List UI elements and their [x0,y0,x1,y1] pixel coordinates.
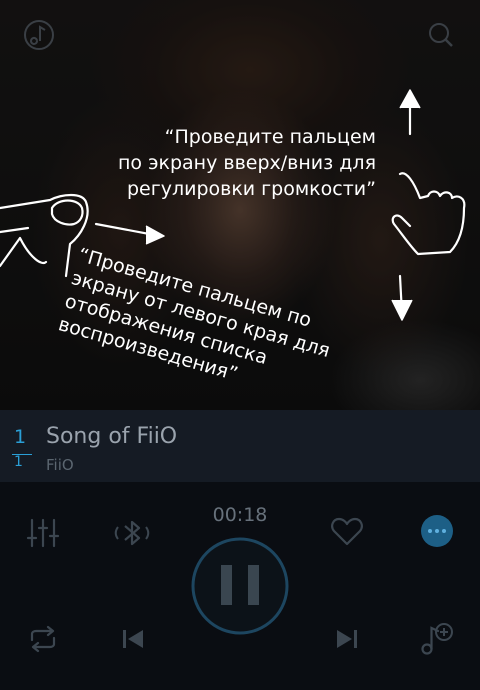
add-to-playlist-icon[interactable] [418,620,454,660]
artist-name: FiiO [46,456,74,474]
next-icon[interactable] [334,626,360,656]
swipe-right-hand-icon [0,193,165,278]
player-screen: “Проведите пальцем по экрану вверх/вниз … [0,0,480,690]
equalizer-icon[interactable] [26,516,60,554]
track-number-secondary: 1 [14,454,23,470]
track-info-panel[interactable]: 1 1 Song of FiiO FiiO [0,410,480,482]
more-icon[interactable] [420,514,454,552]
elapsed-time: 00:18 [212,504,268,526]
music-note-icon[interactable] [22,18,56,52]
previous-icon[interactable] [120,626,146,656]
swipe-vertical-hand-icon [391,89,466,321]
track-number: 1 [14,426,27,448]
song-title: Song of FiiO [46,424,178,449]
bluetooth-icon[interactable] [114,516,150,554]
pause-button[interactable] [190,536,290,640]
search-icon[interactable] [424,18,458,52]
repeat-icon[interactable] [26,624,60,658]
heart-icon[interactable] [330,516,364,552]
player-controls: 00:18 [0,482,480,690]
